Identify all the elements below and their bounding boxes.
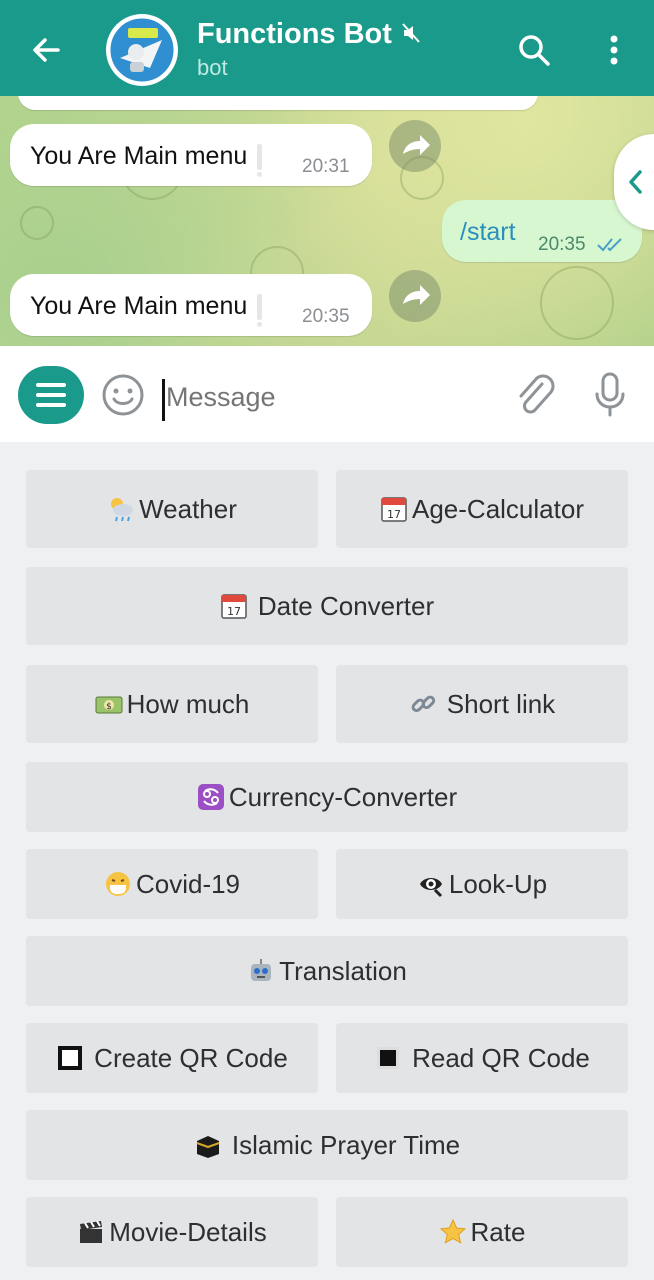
message-bubble-partial[interactable]	[18, 96, 538, 110]
islamic-prayer-time-label: Islamic Prayer Time	[231, 1129, 461, 1160]
short-link-button[interactable]: Short link	[336, 665, 628, 743]
chat-subtitle: bot	[197, 55, 228, 80]
read-qr-code-label: Read QR Code	[412, 1042, 590, 1073]
search-icon[interactable]	[514, 30, 554, 70]
cancer-sign-icon	[197, 783, 225, 811]
back-arrow-icon[interactable]	[26, 30, 66, 70]
svg-text:$: $	[106, 702, 112, 712]
paperclip-icon[interactable]	[512, 372, 556, 420]
message-text-content: You Are Main menu	[30, 292, 248, 320]
rate-button[interactable]: Rate	[336, 1197, 628, 1267]
wallpaper-doodle	[20, 206, 54, 240]
movie-details-label: Movie-Details	[109, 1216, 267, 1247]
star-icon	[439, 1218, 467, 1246]
age-calculator-button[interactable]: 17 Age-Calculator	[336, 470, 628, 548]
date-converter-button[interactable]: 17 Date Converter	[26, 567, 628, 645]
eye-speech-bubble-icon	[417, 870, 445, 898]
exclamation-emoji-icon	[257, 294, 263, 328]
svg-text:17: 17	[227, 605, 241, 618]
wallpaper-doodle	[540, 266, 614, 340]
how-much-button[interactable]: $ How much	[26, 665, 318, 743]
short-link-label: Short link	[446, 688, 556, 719]
message-bubble-incoming[interactable]: You Are Main menu 20:35	[10, 274, 372, 336]
movie-details-button[interactable]: Movie-Details	[26, 1197, 318, 1267]
weather-label: Weather	[139, 493, 237, 524]
currency-converter-label: Currency-Converter	[228, 781, 458, 812]
menu-icon	[36, 383, 66, 407]
message-text-content: You Are Main menu	[30, 142, 248, 170]
date-converter-label: Date Converter	[257, 590, 435, 621]
bot-keyboard: Weather 17 Age-Calculator 17 Date Conver…	[0, 442, 654, 1280]
age-calculator-label: Age-Calculator	[412, 493, 584, 524]
translation-button[interactable]: Translation	[26, 936, 628, 1006]
calendar-icon: 17	[220, 592, 248, 620]
message-bubble-outgoing[interactable]: /start 20:35	[442, 200, 642, 262]
exclamation-emoji-icon	[257, 144, 263, 178]
calendar-icon: 17	[380, 495, 408, 523]
how-much-label: How much	[126, 688, 250, 719]
chat-title: Functions Bot	[197, 16, 420, 52]
more-vert-icon[interactable]	[598, 30, 630, 70]
robot-icon	[247, 957, 275, 985]
double-check-icon	[596, 236, 626, 259]
link-icon	[409, 690, 437, 718]
share-arrow-icon[interactable]	[389, 120, 441, 172]
black-square-icon	[374, 1044, 402, 1072]
read-qr-code-button[interactable]: Read QR Code	[336, 1023, 628, 1093]
text-cursor	[162, 379, 165, 421]
create-qr-code-label: Create QR Code	[94, 1042, 288, 1073]
chat-header: Functions Bot bot	[0, 0, 654, 96]
look-up-label: Look-Up	[448, 868, 548, 899]
chat-title-block[interactable]: Functions Bot bot	[197, 16, 420, 82]
mask-face-icon	[104, 870, 132, 898]
message-time: 20:35	[302, 306, 350, 327]
kaaba-icon	[194, 1131, 222, 1159]
create-qr-code-button[interactable]: Create QR Code	[26, 1023, 318, 1093]
covid-19-button[interactable]: Covid-19	[26, 849, 318, 919]
money-bill-icon: $	[95, 690, 123, 718]
message-input[interactable]	[166, 382, 486, 413]
bot-menu-button[interactable]	[18, 366, 84, 424]
microphone-icon[interactable]	[590, 370, 630, 420]
weather-button[interactable]: Weather	[26, 470, 318, 548]
clapper-board-icon	[77, 1218, 105, 1246]
message-text: /start	[460, 218, 516, 246]
share-arrow-icon[interactable]	[389, 270, 441, 322]
emoji-icon[interactable]	[100, 372, 146, 418]
message-time: 20:31	[302, 156, 350, 177]
message-text: You Are Main menu	[30, 142, 263, 178]
chat-title-text: Functions Bot	[197, 18, 392, 50]
message-time: 20:35	[538, 234, 586, 255]
side-panel-pull-tab[interactable]	[614, 134, 654, 230]
rate-label: Rate	[470, 1216, 526, 1247]
message-composer	[0, 346, 654, 442]
look-up-button[interactable]: Look-Up	[336, 849, 628, 919]
svg-text:17: 17	[387, 508, 401, 521]
mute-icon	[402, 16, 420, 52]
covid-19-label: Covid-19	[135, 868, 241, 899]
cloud-rain-sun-icon	[107, 495, 135, 523]
chat-area[interactable]: You Are Main menu 20:31 /start 20:35 You…	[0, 96, 654, 346]
translation-label: Translation	[279, 955, 407, 986]
message-text: You Are Main menu	[30, 292, 263, 328]
white-square-button-icon	[56, 1044, 84, 1072]
currency-converter-button[interactable]: Currency-Converter	[26, 762, 628, 832]
islamic-prayer-time-button[interactable]: Islamic Prayer Time	[26, 1110, 628, 1180]
message-bubble-incoming[interactable]: You Are Main menu 20:31	[10, 124, 372, 186]
bot-avatar[interactable]	[106, 14, 178, 86]
